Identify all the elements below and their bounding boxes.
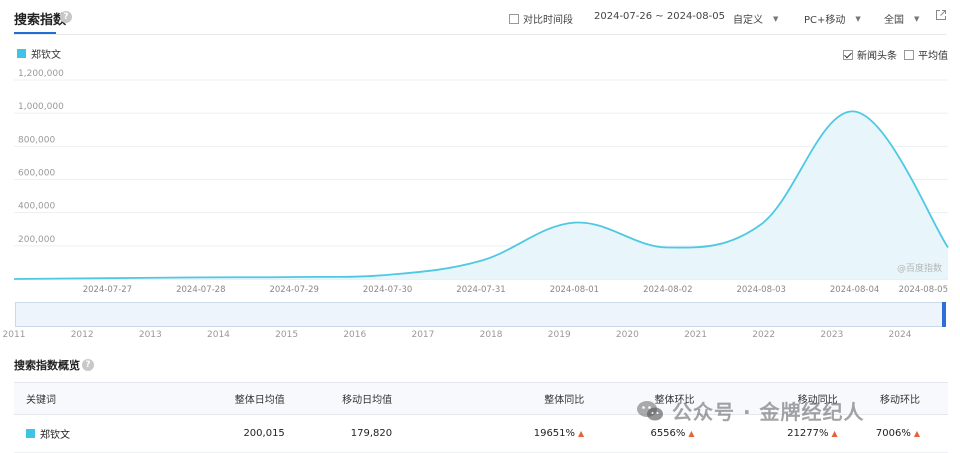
help-icon[interactable]: ? <box>60 11 72 23</box>
average-checkbox[interactable] <box>904 49 914 60</box>
compare-period-toggle[interactable]: 对比时间段 <box>509 11 573 26</box>
chart-legend[interactable]: 郑钦文 <box>17 46 61 61</box>
cell-overall-yoy: 19651% ▲ <box>392 414 585 453</box>
search-index-chart[interactable]: 200,000 400,000 600,000 800,000 1,000,000 1,2… <box>0 60 960 302</box>
x-tick-label: 2024-07-28 <box>176 285 225 295</box>
x-tick-label: 2024-08-04 <box>830 285 879 295</box>
range-year-axis: 2011 2012 2013 2014 2015 2016 2017 2018 2019 2020… <box>0 328 960 344</box>
wechat-watermark: 公众号 · 金牌经纪人 <box>636 396 865 425</box>
period-value: 自定义 <box>733 15 763 26</box>
news-checkbox[interactable] <box>843 49 853 60</box>
region-select[interactable]: 全国 ▼ <box>884 11 920 27</box>
y-tick-label: 1,000,000 <box>18 102 64 112</box>
x-tick-label: 2024-08-03 <box>736 285 785 295</box>
range-year-label: 2021 <box>684 330 707 340</box>
x-tick-label: 2024-07-27 <box>83 285 132 295</box>
keyword-swatch <box>26 429 35 438</box>
x-tick-label: 2024-08-02 <box>643 285 692 295</box>
range-year-label: 2015 <box>275 330 299 340</box>
col-keyword: 关键词 <box>14 382 168 415</box>
region-value: 全国 <box>884 15 904 26</box>
col-mobile-avg: 移动日均值 <box>284 382 393 415</box>
keyword-text: 郑钦文 <box>40 430 70 441</box>
device-value: PC+移动 <box>804 15 846 26</box>
period-select[interactable]: 自定义 ▼ <box>733 11 779 27</box>
cell-keyword: 郑钦文 <box>14 414 168 453</box>
col-overall-avg: 整体日均值 <box>167 382 285 415</box>
external-link-icon[interactable] <box>935 9 947 21</box>
range-year-label: 2013 <box>138 330 162 340</box>
keyword-cell[interactable]: 郑钦文 <box>26 426 70 441</box>
y-tick-label: 600,000 <box>18 169 55 179</box>
x-tick-label: 2024-08-01 <box>550 285 599 295</box>
range-year-label: 2014 <box>207 330 230 340</box>
overall-yoy-value: 19651% <box>533 428 576 439</box>
x-tick-label: 2024-08-05 <box>899 285 948 295</box>
col-overall-yoy: 整体同比 <box>392 382 585 415</box>
summary-title-text: 搜索指数概览 <box>14 359 80 372</box>
time-range-slider[interactable] <box>15 302 946 327</box>
range-year-label: 2012 <box>70 330 94 340</box>
range-year-label: 2018 <box>479 330 503 340</box>
overall-mom-value: 6556% <box>650 428 686 439</box>
chevron-down-icon: ▼ <box>855 14 861 23</box>
range-handle-right[interactable] <box>942 302 946 327</box>
y-tick-label: 200,000 <box>18 235 55 245</box>
summary-help-icon[interactable]: ? <box>82 359 94 371</box>
compare-checkbox[interactable] <box>509 13 519 24</box>
range-year-label: 2016 <box>343 330 367 340</box>
range-year-label: 2024 <box>888 330 912 340</box>
arrow-up-icon: ▲ <box>831 429 838 438</box>
header-divider <box>14 34 946 35</box>
compare-label: 对比时间段 <box>523 15 573 26</box>
watermark-text: 公众号 · 金牌经纪人 <box>672 400 865 424</box>
x-tick-label: 2024-07-31 <box>456 285 505 295</box>
cell-overall-avg: 200,015 <box>167 414 285 453</box>
range-year-label: 2020 <box>615 330 639 340</box>
x-tick-label: 2024-07-29 <box>269 285 318 295</box>
y-tick-label: 400,000 <box>18 202 55 212</box>
cell-mobile-avg: 179,820 <box>284 414 393 453</box>
y-tick-label: 800,000 <box>18 135 55 145</box>
range-year-label: 2023 <box>820 330 844 340</box>
y-tick-label: 1,200,000 <box>18 69 64 79</box>
range-year-label: 2017 <box>411 330 435 340</box>
summary-title: 搜索指数概览 <box>14 357 80 373</box>
chevron-down-icon: ▼ <box>914 14 920 23</box>
date-range-picker[interactable]: 2024-07-26 ~ 2024-08-05 <box>594 11 725 22</box>
mobile-mom-value: 7006% <box>875 428 911 439</box>
range-year-label: 2011 <box>2 330 26 340</box>
mobile-yoy-value: 21277% <box>787 428 829 439</box>
x-tick-label: 2024-07-30 <box>363 285 412 295</box>
range-year-label: 2019 <box>547 330 571 340</box>
legend-swatch <box>17 49 26 58</box>
arrow-up-icon: ▲ <box>688 429 695 438</box>
arrow-up-icon: ▲ <box>913 429 920 438</box>
series-area <box>14 111 948 279</box>
date-range-text: 2024-07-26 ~ 2024-08-05 <box>594 11 725 22</box>
chevron-down-icon: ▼ <box>773 14 779 23</box>
arrow-up-icon: ▲ <box>578 429 585 438</box>
range-year-label: 2022 <box>752 330 776 340</box>
legend-label: 郑钦文 <box>31 50 61 61</box>
top-bar: 搜索指数 ? 对比时间段 2024-07-26 ~ 2024-08-05 自定义… <box>0 0 960 36</box>
device-select[interactable]: PC+移动 ▼ <box>804 11 861 27</box>
chart-watermark: @百度指数 <box>897 262 942 274</box>
wechat-logo-icon <box>637 400 663 420</box>
page-title: 搜索指数 <box>14 13 67 28</box>
